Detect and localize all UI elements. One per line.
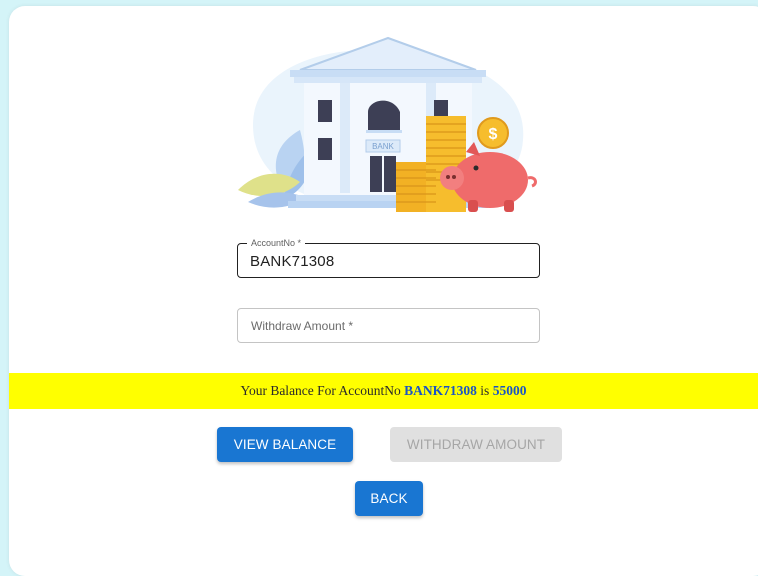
withdraw-amount-placeholder: Withdraw Amount * [251,319,354,333]
back-button[interactable]: BACK [355,481,423,516]
view-balance-button[interactable]: VIEW BALANCE [217,427,353,462]
withdraw-amount-button[interactable]: WITHDRAW AMOUNT [390,427,562,462]
account-no-value: BANK71308 [250,253,335,270]
coin-dollar-text: $ [489,126,498,143]
bank-sign-text: BANK [372,142,394,151]
balance-amount: 55000 [492,383,527,398]
balance-middle: is [476,383,493,398]
account-no-field[interactable]: AccountNo * BANK71308 [237,236,540,278]
bank-illustration: BANK $ [238,36,537,212]
account-no-label: AccountNo * [247,236,306,250]
balance-banner: Your Balance For AccountNo BANK71308 is … [9,373,758,409]
withdraw-amount-field[interactable]: Withdraw Amount * [237,308,540,343]
balance-account: BANK71308 [404,383,477,398]
balance-prefix: Your Balance For AccountNo [240,383,405,398]
